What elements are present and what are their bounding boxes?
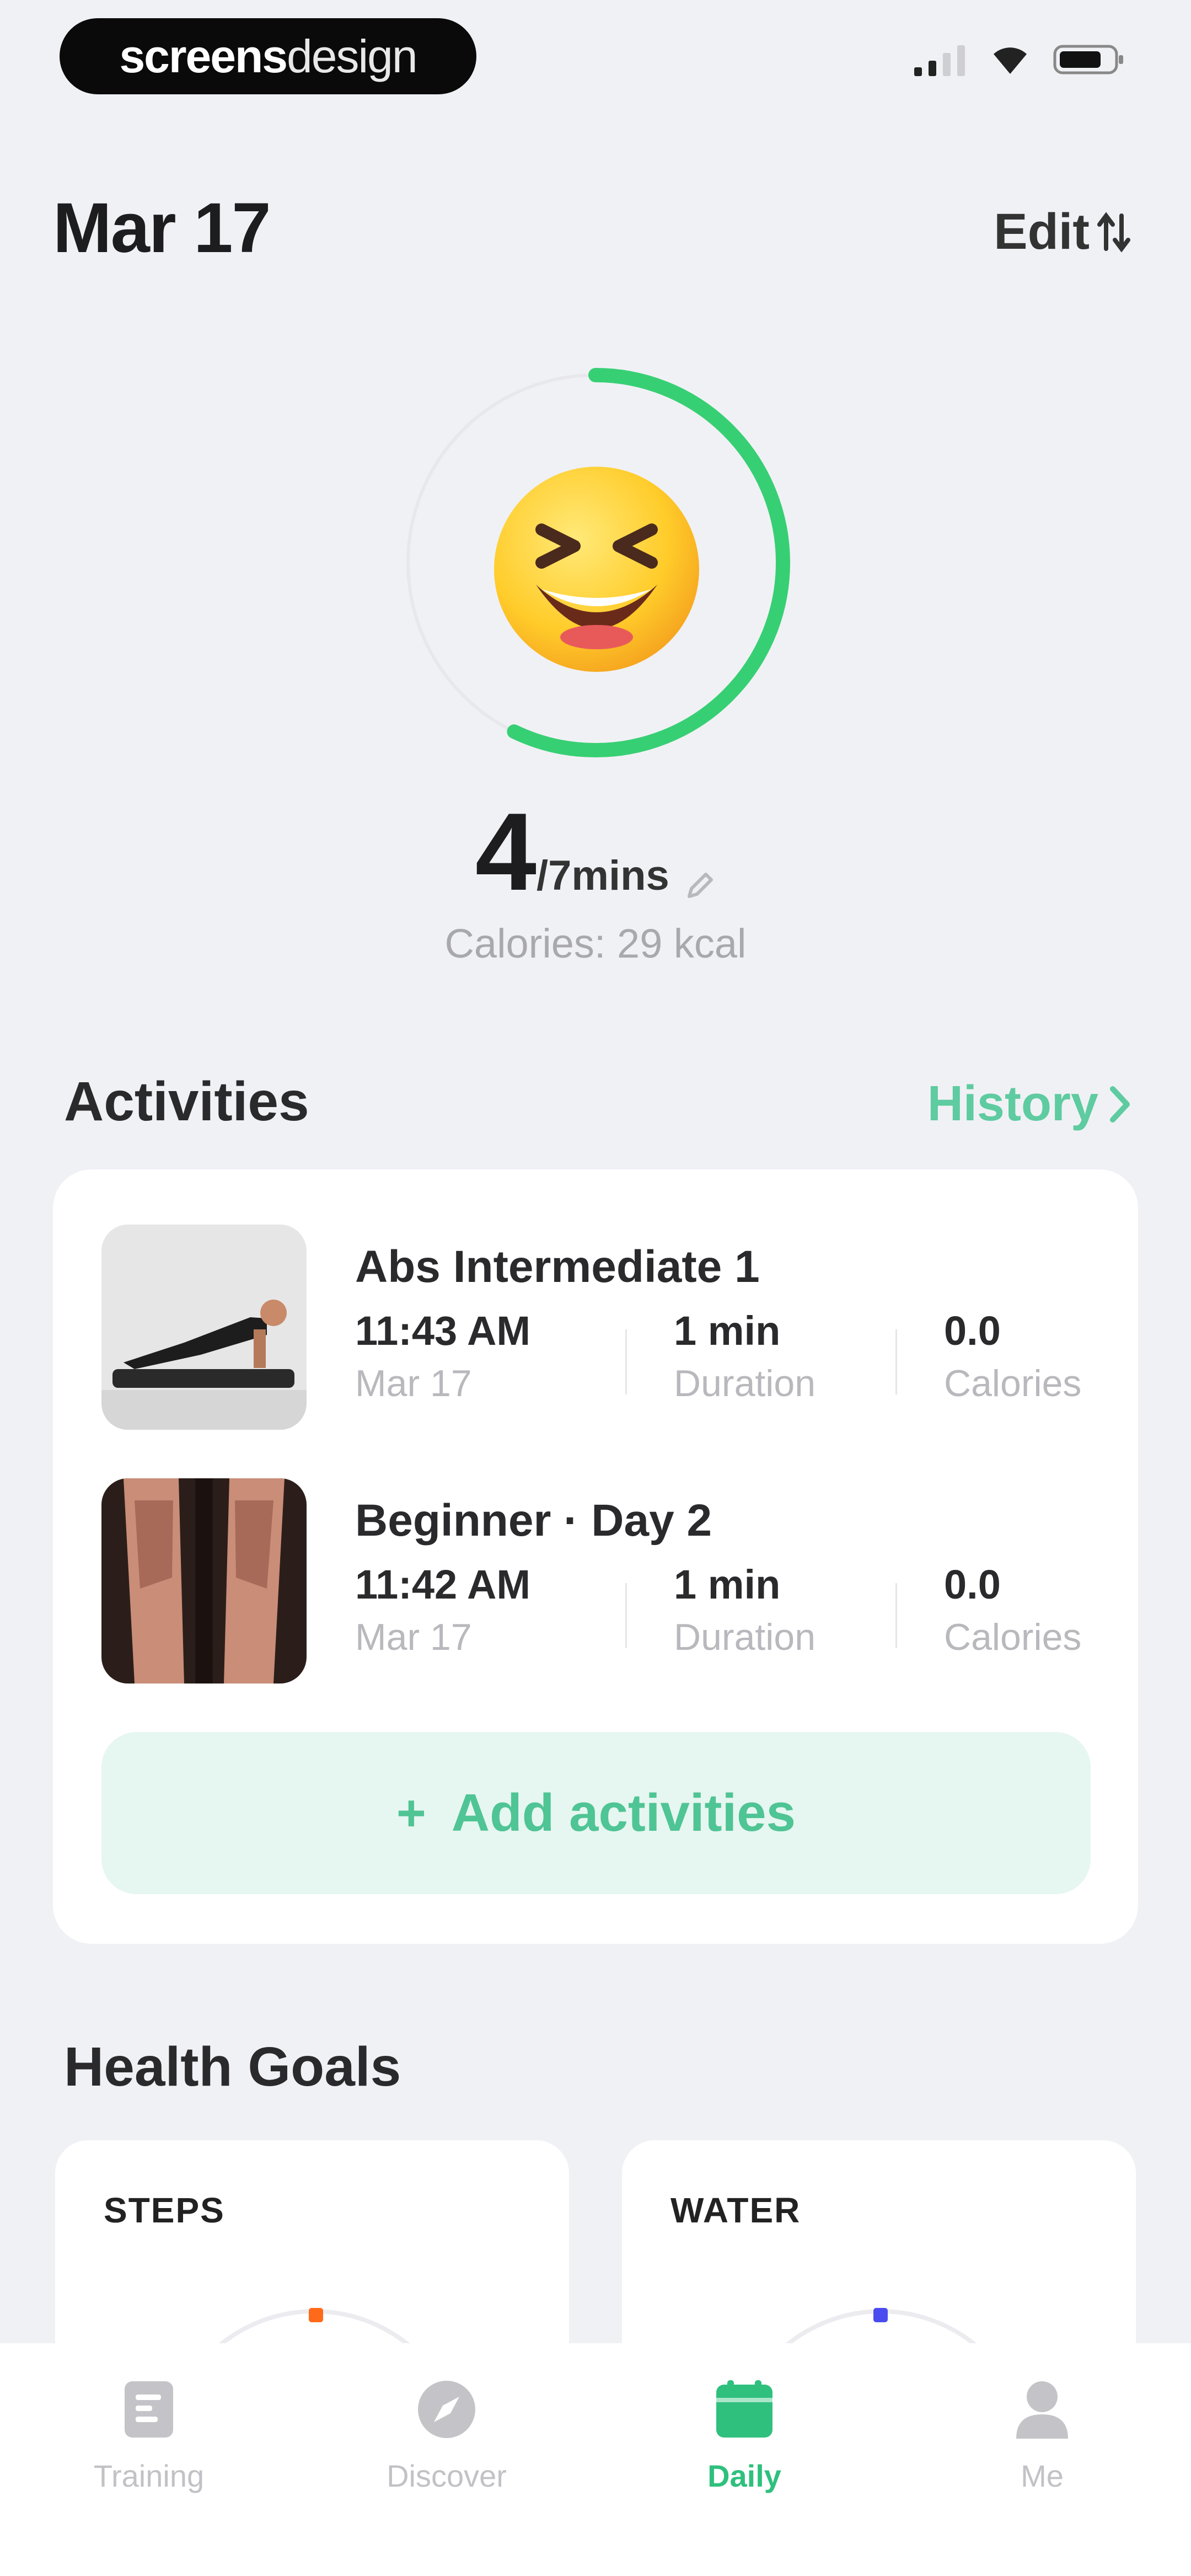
activity-calories-label: Calories [944, 1362, 1082, 1404]
nav-daily-label: Daily [707, 2459, 781, 2493]
signal-icon [914, 45, 965, 76]
activities-card: Abs Intermediate 1 11:43 AM Mar 17 1 min… [53, 1169, 1138, 1944]
brand-badge: screens design [60, 18, 476, 94]
calendar-icon [716, 2380, 772, 2438]
compass-icon [418, 2381, 475, 2438]
stat-divider [895, 1329, 897, 1394]
activity-time-stat: 11:43 AM Mar 17 [355, 1307, 530, 1405]
activity-item[interactable]: Abs Intermediate 1 11:43 AM Mar 17 1 min… [101, 1225, 1094, 1434]
edit-button[interactable]: Edit [994, 203, 1130, 261]
activity-calories: 0.0 [944, 1308, 1001, 1354]
activity-calories-stat: 0.0 Calories [944, 1561, 1081, 1659]
laughing-emoji-icon [494, 467, 699, 672]
activity-duration: 1 min [674, 1308, 781, 1354]
wifi-icon [994, 47, 1027, 74]
activity-duration-label: Duration [674, 1616, 816, 1658]
activity-calories-label: Calories [944, 1616, 1082, 1658]
water-goal-title: WATER [670, 2190, 801, 2230]
progress-ring [397, 364, 794, 761]
battery-icon [1053, 45, 1123, 74]
nav-me[interactable]: Me [932, 2365, 1152, 2494]
steps-goal-title: STEPS [104, 2190, 225, 2230]
person-icon [1016, 2381, 1068, 2439]
add-activities-button[interactable]: + Add activities [101, 1732, 1091, 1894]
progress-goal: /7mins [537, 852, 669, 899]
chevron-right-icon [1110, 1086, 1130, 1123]
activity-name: Beginner · Day 2 [355, 1495, 712, 1546]
activities-title: Activities [64, 1071, 309, 1132]
activity-time-stat: 11:42 AM Mar 17 [355, 1561, 530, 1659]
progress-current: 4 [475, 790, 537, 913]
history-link[interactable]: History [927, 1076, 1133, 1132]
activity-calories: 0.0 [944, 1562, 1001, 1607]
history-label: History [927, 1076, 1098, 1131]
stat-divider [625, 1329, 627, 1394]
plus-icon: + [396, 1784, 426, 1841]
progress-value: 4/7mins [0, 789, 1191, 916]
activity-item[interactable]: Beginner · Day 2 11:42 AM Mar 17 1 min D… [101, 1478, 1094, 1688]
nav-training-label: Training [93, 2459, 205, 2493]
activity-duration-stat: 1 min Duration [674, 1307, 816, 1405]
activity-name: Abs Intermediate 1 [355, 1242, 760, 1292]
activity-date: Mar 17 [355, 1616, 472, 1658]
add-activities-label: Add activities [451, 1783, 796, 1842]
activity-calories-stat: 0.0 Calories [944, 1307, 1081, 1405]
activity-duration: 1 min [674, 1562, 781, 1607]
health-goals-title: Health Goals [64, 2036, 401, 2098]
bottom-nav: Training Discover Daily Me [0, 2343, 1191, 2576]
sort-arrows-icon [1097, 211, 1130, 253]
page-title-date: Mar 17 [53, 189, 271, 268]
nav-training[interactable]: Training [39, 2365, 259, 2494]
activity-time: 11:42 AM [355, 1562, 531, 1607]
water-gauge-marker [873, 2308, 888, 2322]
activity-thumbnail-arms [101, 1478, 307, 1684]
nav-me-label: Me [1021, 2459, 1064, 2493]
calories-summary: Calories: 29 kcal [444, 921, 747, 966]
stat-divider [895, 1583, 897, 1648]
activity-date: Mar 17 [355, 1362, 472, 1404]
nav-daily[interactable]: Daily [634, 2365, 855, 2494]
pencil-icon[interactable] [684, 870, 716, 905]
nav-discover[interactable]: Discover [336, 2365, 557, 2494]
steps-gauge-marker [309, 2308, 323, 2322]
brand-light-text: design [287, 30, 418, 82]
status-icons [914, 43, 1125, 76]
nav-discover-label: Discover [387, 2459, 507, 2493]
activity-thumbnail-plank [101, 1225, 307, 1430]
training-icon [125, 2381, 173, 2438]
activity-duration-stat: 1 min Duration [674, 1561, 816, 1659]
brand-bold-text: screens [119, 30, 288, 82]
activity-time: 11:43 AM [355, 1308, 531, 1354]
stat-divider [625, 1583, 627, 1648]
edit-button-label: Edit [994, 204, 1090, 260]
activity-duration-label: Duration [674, 1362, 816, 1404]
